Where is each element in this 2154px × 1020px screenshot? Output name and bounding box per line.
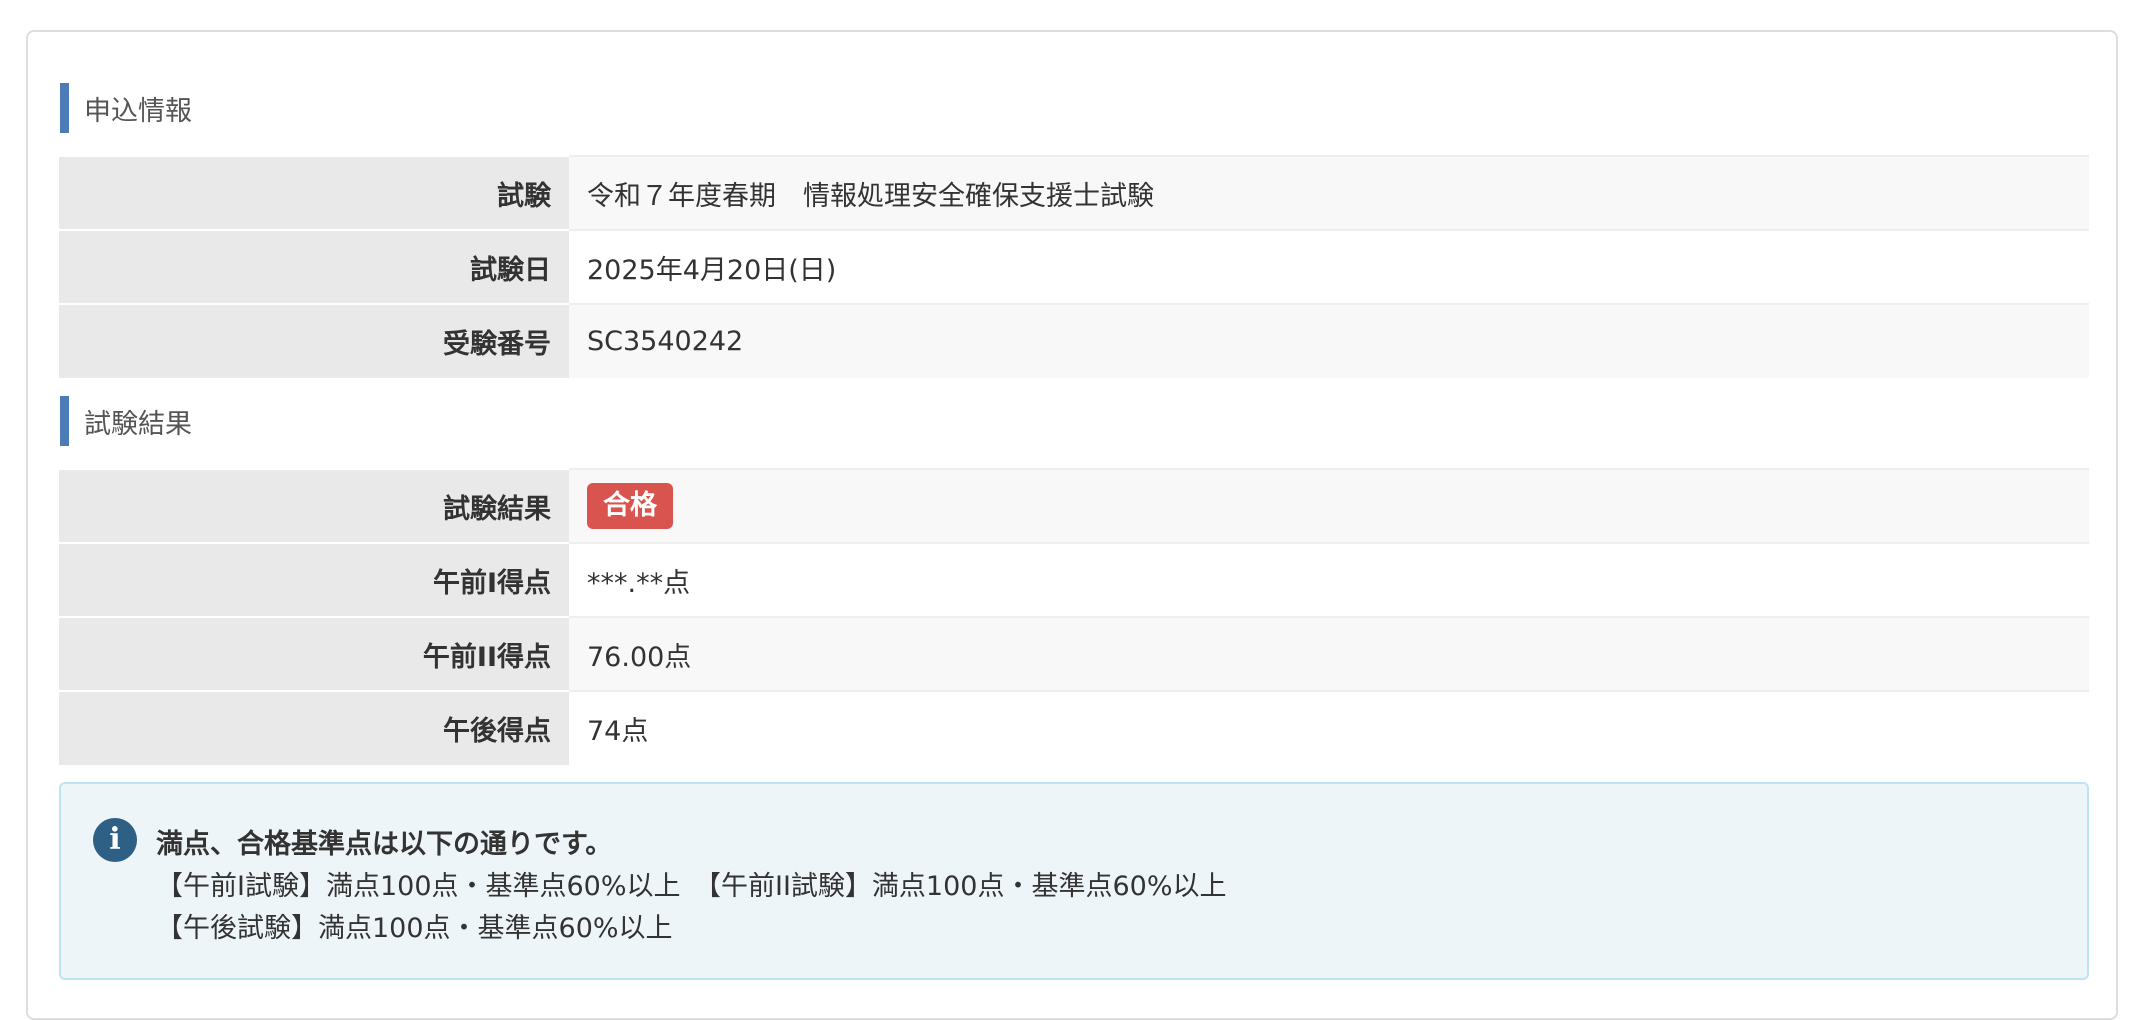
morning-1-score-value: ***.**点 (569, 542, 2089, 617)
table-row: 午前II得点 76.00点 (59, 616, 2089, 691)
exam-date-label: 試験日 (59, 229, 569, 304)
morning-2-score-value: 76.00点 (569, 616, 2089, 691)
scoring-criteria-notice: i 満点、合格基準点は以下の通りです。 【午前I試験】満点100点・基準点60%… (59, 782, 2089, 980)
morning-2-score-label: 午前II得点 (59, 616, 569, 691)
exam-result-panel: 申込情報 試験 令和７年度春期 情報処理安全確保支援士試験 試験日 2025年4… (26, 30, 2118, 1020)
exam-value: 令和７年度春期 情報処理安全確保支援士試験 (569, 155, 2089, 230)
result-status-cell: 合格 (569, 468, 2089, 543)
table-row: 試験結果 合格 (59, 468, 2089, 543)
afternoon-score-label: 午後得点 (59, 690, 569, 765)
exam-label: 試験 (59, 155, 569, 230)
exam-result-heading-text: 試験結果 (84, 408, 192, 440)
application-info-heading-text: 申込情報 (84, 95, 192, 127)
notice-line-morning: 【午前I試験】満点100点・基準点60%以上 【午前II試験】満点100点・基準… (156, 871, 1227, 902)
morning-1-score-label: 午前I得点 (59, 542, 569, 617)
heading-accent-bar (60, 396, 69, 446)
notice-line-afternoon: 【午後試験】満点100点・基準点60%以上 (156, 913, 673, 944)
application-info-table: 試験 令和７年度春期 情報処理安全確保支援士試験 試験日 2025年4月20日(… (59, 155, 2089, 378)
table-row: 午前I得点 ***.**点 (59, 542, 2089, 617)
exam-result-heading: 試験結果 (60, 396, 192, 446)
afternoon-score-value: 74点 (569, 690, 2089, 765)
result-status-label: 試験結果 (59, 468, 569, 543)
exam-result-table: 試験結果 合格 午前I得点 ***.**点 午前II得点 76.00点 午後得点… (59, 468, 2089, 765)
table-row: 受験番号 SC3540242 (59, 303, 2089, 378)
pass-badge: 合格 (587, 483, 673, 529)
examinee-number-label: 受験番号 (59, 303, 569, 378)
heading-accent-bar (60, 83, 69, 133)
table-row: 試験 令和７年度春期 情報処理安全確保支援士試験 (59, 155, 2089, 230)
table-row: 試験日 2025年4月20日(日) (59, 229, 2089, 304)
table-row: 午後得点 74点 (59, 690, 2089, 765)
examinee-number-value: SC3540242 (569, 303, 2089, 378)
info-icon: i (93, 818, 137, 862)
exam-date-value: 2025年4月20日(日) (569, 229, 2089, 304)
notice-title: 満点、合格基準点は以下の通りです。 (156, 829, 613, 860)
application-info-heading: 申込情報 (60, 83, 192, 133)
